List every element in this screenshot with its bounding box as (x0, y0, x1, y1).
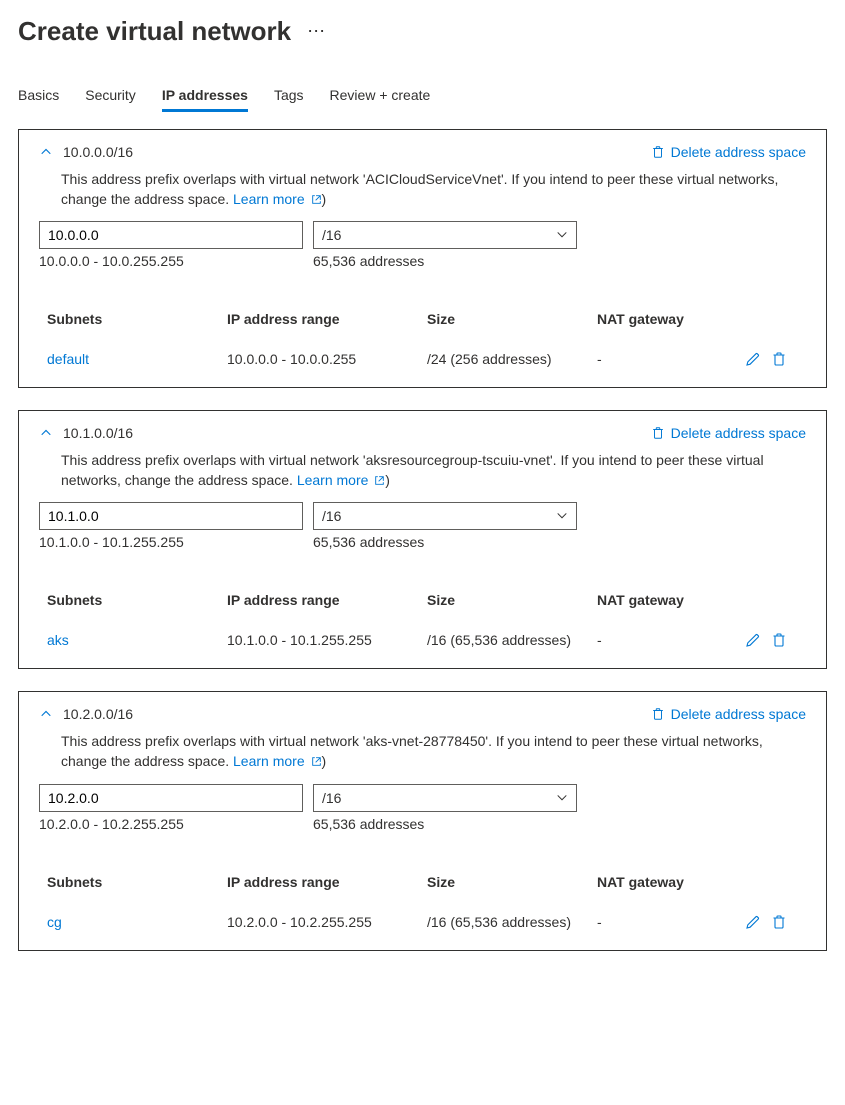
col-subnets: Subnets (47, 311, 227, 327)
subnet-nat: - (597, 632, 727, 648)
address-space-prefix-select[interactable]: /16 (313, 502, 577, 530)
subnet-name-link[interactable]: default (47, 351, 89, 367)
external-link-icon (374, 475, 385, 486)
subnet-table-header: Subnets IP address range Size NAT gatewa… (47, 299, 806, 339)
page-title: Create virtual network (18, 16, 291, 47)
tab-basics[interactable]: Basics (18, 83, 59, 111)
overlap-warning-text: This address prefix overlaps with virtua… (61, 451, 806, 490)
col-range: IP address range (227, 874, 427, 890)
learn-more-link[interactable]: Learn more (297, 472, 385, 488)
address-space-card: 10.0.0.0/16 Delete address space This ad… (18, 129, 827, 388)
address-range-text: 10.1.0.0 - 10.1.255.255 (39, 534, 303, 550)
prefix-value: /16 (322, 508, 341, 524)
pencil-icon (745, 914, 761, 930)
subnet-size: /16 (65,536 addresses) (427, 632, 597, 648)
subnet-nat: - (597, 351, 727, 367)
col-range: IP address range (227, 311, 427, 327)
address-space-ip-input[interactable] (39, 221, 303, 249)
edit-subnet-button[interactable] (745, 351, 761, 367)
overlap-warning-text: This address prefix overlaps with virtua… (61, 170, 806, 209)
subnet-name-link[interactable]: cg (47, 914, 62, 930)
subnet-table-header: Subnets IP address range Size NAT gatewa… (47, 862, 806, 902)
trash-icon (651, 426, 665, 440)
delete-address-space-button[interactable]: Delete address space (651, 706, 806, 722)
trash-icon (771, 632, 787, 648)
address-space-cidr: 10.1.0.0/16 (63, 425, 133, 441)
external-link-icon (311, 194, 322, 205)
subnet-range: 10.0.0.0 - 10.0.0.255 (227, 351, 427, 367)
subnet-range: 10.2.0.0 - 10.2.255.255 (227, 914, 427, 930)
address-count-text: 65,536 addresses (313, 534, 577, 550)
delete-address-space-button[interactable]: Delete address space (651, 425, 806, 441)
edit-subnet-button[interactable] (745, 632, 761, 648)
address-space-prefix-select[interactable]: /16 (313, 784, 577, 812)
subnet-range: 10.1.0.0 - 10.1.255.255 (227, 632, 427, 648)
subnet-row: default 10.0.0.0 - 10.0.0.255 /24 (256 a… (47, 339, 806, 379)
pencil-icon (745, 351, 761, 367)
edit-subnet-button[interactable] (745, 914, 761, 930)
chevron-down-icon (556, 510, 568, 522)
col-nat: NAT gateway (597, 592, 727, 608)
col-range: IP address range (227, 592, 427, 608)
col-nat: NAT gateway (597, 311, 727, 327)
delete-address-space-button[interactable]: Delete address space (651, 144, 806, 160)
address-space-ip-input[interactable] (39, 502, 303, 530)
tab-security[interactable]: Security (85, 83, 136, 111)
trash-icon (651, 707, 665, 721)
subnet-size: /16 (65,536 addresses) (427, 914, 597, 930)
trash-icon (771, 351, 787, 367)
tab-tags[interactable]: Tags (274, 83, 304, 111)
tab-review-create[interactable]: Review + create (330, 83, 431, 111)
subnet-row: aks 10.1.0.0 - 10.1.255.255 /16 (65,536 … (47, 620, 806, 660)
address-space-cidr: 10.2.0.0/16 (63, 706, 133, 722)
subnet-row: cg 10.2.0.0 - 10.2.255.255 /16 (65,536 a… (47, 902, 806, 942)
address-count-text: 65,536 addresses (313, 816, 577, 832)
trash-icon (771, 914, 787, 930)
wizard-tabs: Basics Security IP addresses Tags Review + c… (18, 83, 827, 111)
delete-address-space-label: Delete address space (671, 144, 806, 160)
learn-more-link[interactable]: Learn more (233, 753, 321, 769)
collapse-toggle[interactable] (39, 145, 53, 159)
col-subnets: Subnets (47, 592, 227, 608)
col-size: Size (427, 592, 597, 608)
subnet-table-header: Subnets IP address range Size NAT gatewa… (47, 580, 806, 620)
col-nat: NAT gateway (597, 874, 727, 890)
delete-address-space-label: Delete address space (671, 706, 806, 722)
col-size: Size (427, 874, 597, 890)
address-space-card: 10.2.0.0/16 Delete address space This ad… (18, 691, 827, 950)
more-actions-button[interactable]: ⋯ (307, 21, 326, 42)
delete-subnet-button[interactable] (771, 914, 787, 930)
col-subnets: Subnets (47, 874, 227, 890)
external-link-icon (311, 756, 322, 767)
address-space-prefix-select[interactable]: /16 (313, 221, 577, 249)
prefix-value: /16 (322, 227, 341, 243)
address-count-text: 65,536 addresses (313, 253, 577, 269)
address-range-text: 10.2.0.0 - 10.2.255.255 (39, 816, 303, 832)
overlap-warning-text: This address prefix overlaps with virtua… (61, 732, 806, 771)
pencil-icon (745, 632, 761, 648)
address-space-cidr: 10.0.0.0/16 (63, 144, 133, 160)
delete-subnet-button[interactable] (771, 351, 787, 367)
learn-more-link[interactable]: Learn more (233, 191, 321, 207)
subnet-size: /24 (256 addresses) (427, 351, 597, 367)
subnet-name-link[interactable]: aks (47, 632, 69, 648)
col-size: Size (427, 311, 597, 327)
delete-subnet-button[interactable] (771, 632, 787, 648)
address-range-text: 10.0.0.0 - 10.0.255.255 (39, 253, 303, 269)
address-space-ip-input[interactable] (39, 784, 303, 812)
delete-address-space-label: Delete address space (671, 425, 806, 441)
collapse-toggle[interactable] (39, 707, 53, 721)
chevron-down-icon (556, 229, 568, 241)
collapse-toggle[interactable] (39, 426, 53, 440)
tab-ip-addresses[interactable]: IP addresses (162, 83, 248, 111)
trash-icon (651, 145, 665, 159)
subnet-nat: - (597, 914, 727, 930)
address-space-card: 10.1.0.0/16 Delete address space This ad… (18, 410, 827, 669)
chevron-down-icon (556, 792, 568, 804)
prefix-value: /16 (322, 790, 341, 806)
